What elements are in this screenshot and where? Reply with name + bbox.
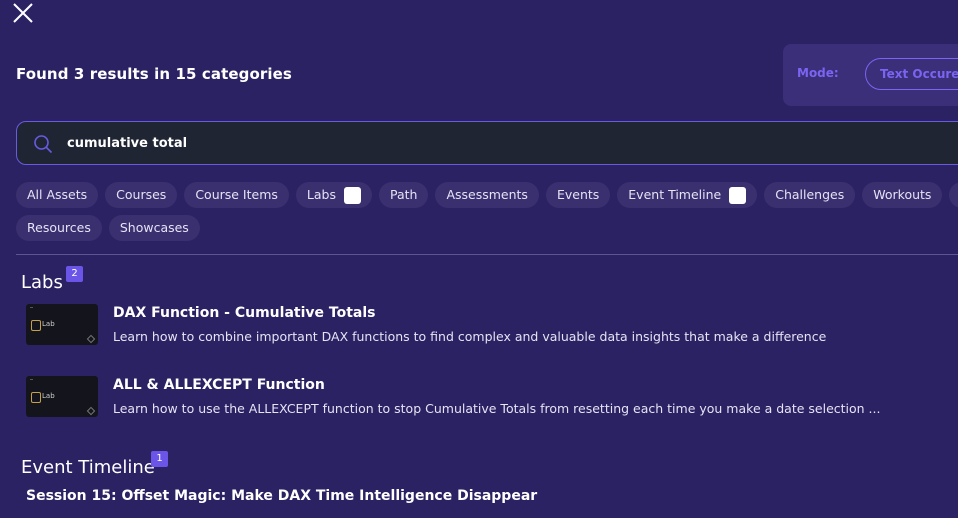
filter-chip[interactable]: Path xyxy=(378,182,429,208)
filter-chip[interactable]: All Assets xyxy=(16,182,99,208)
filter-chip[interactable]: Events xyxy=(545,182,611,208)
filter-chip-label: Path xyxy=(389,187,418,202)
filter-chip-label: Showcases xyxy=(119,220,189,235)
filter-chip[interactable]: Showcases xyxy=(108,215,200,241)
result-title[interactable]: ALL & ALLEXCEPT Function xyxy=(113,377,325,393)
thumbnail-label: Lab xyxy=(42,320,55,328)
lab-thumbnail: Lab xyxy=(26,376,98,417)
search-icon xyxy=(34,135,53,154)
diamond-icon xyxy=(86,334,96,344)
mode-label: Mode: xyxy=(797,66,839,80)
filter-chip-label: Resources xyxy=(27,220,91,235)
filter-checkbox[interactable] xyxy=(343,186,361,204)
filter-chip-label: All Assets xyxy=(27,187,88,202)
filter-chip[interactable]: Wo xyxy=(949,182,958,208)
filter-chip[interactable]: Challenges xyxy=(764,182,856,208)
lab-logo-icon xyxy=(31,320,41,331)
count-badge-labs: 2 xyxy=(66,266,83,282)
filter-chip[interactable]: Labs xyxy=(295,182,372,208)
thumbnail-label: Lab xyxy=(42,392,55,400)
filter-chip[interactable]: Courses xyxy=(105,182,178,208)
filter-chip-label: Workouts xyxy=(873,187,932,202)
filter-chip-label: Events xyxy=(556,187,600,202)
divider xyxy=(16,254,958,255)
close-button[interactable] xyxy=(12,2,34,24)
filter-row: Resources Showcases xyxy=(16,215,958,241)
thumbnail-mark xyxy=(30,307,33,308)
result-description: Learn how to use the ALLEXCEPT function … xyxy=(113,401,881,416)
result-item-lab[interactable]: Lab ALL & ALLEXCEPT Function Learn how t… xyxy=(16,376,958,438)
category-filters: All Assets Courses Course Items Labs Path Ass… xyxy=(16,182,958,248)
search-bar xyxy=(16,121,958,165)
mode-selector: Mode: Text Occurences xyxy=(783,44,958,106)
filter-chip-label: Event Timeline xyxy=(628,187,722,202)
filter-chip-label: Course Items xyxy=(195,187,278,202)
count-badge-event-timeline: 1 xyxy=(151,451,168,467)
filter-chip[interactable]: Workouts xyxy=(862,182,943,208)
filter-checkbox[interactable] xyxy=(729,186,747,204)
mode-option-text-occurences[interactable]: Text Occurences xyxy=(865,58,958,90)
filter-chip-label: Challenges xyxy=(775,187,845,202)
result-item-lab[interactable]: Lab DAX Function - Cumulative Totals Lea… xyxy=(16,304,958,366)
filter-chip[interactable]: Resources xyxy=(16,215,102,241)
diamond-icon xyxy=(86,406,96,416)
result-summary: Found 3 results in 15 categories xyxy=(16,65,292,83)
filter-row: All Assets Courses Course Items Labs Path Ass… xyxy=(16,182,958,208)
search-input[interactable] xyxy=(67,122,667,164)
filter-chip[interactable]: Event Timeline xyxy=(617,182,758,208)
section-title-labs: Labs xyxy=(21,272,63,293)
thumbnail-mark xyxy=(30,379,33,380)
result-description: Learn how to combine important DAX funct… xyxy=(113,329,827,344)
lab-logo-icon xyxy=(31,392,41,403)
filter-chip-label: Courses xyxy=(116,187,167,202)
close-icon xyxy=(13,3,33,23)
section-title-event-timeline: Event Timeline xyxy=(21,457,155,478)
filter-chip[interactable]: Assessments xyxy=(435,182,539,208)
result-title-session[interactable]: Session 15: Offset Magic: Make DAX Time … xyxy=(26,488,537,504)
filter-chip-label: Labs xyxy=(306,187,336,202)
lab-thumbnail: Lab xyxy=(26,304,98,345)
result-title[interactable]: DAX Function - Cumulative Totals xyxy=(113,305,375,321)
filter-chip-label: Assessments xyxy=(446,187,528,202)
filter-chip[interactable]: Course Items xyxy=(184,182,289,208)
